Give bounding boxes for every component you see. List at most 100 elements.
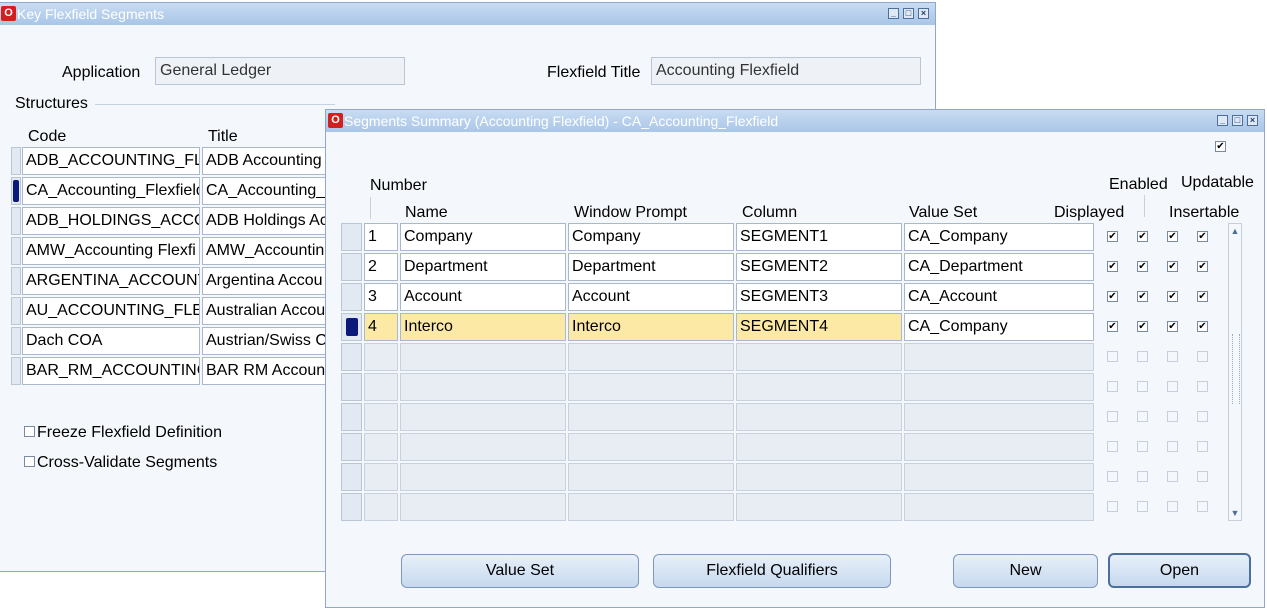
name-cell[interactable]: Company (400, 223, 566, 251)
number-cell[interactable] (364, 433, 398, 461)
number-cell[interactable]: 2 (364, 253, 398, 281)
structure-title-cell[interactable]: AMW_Accountin (202, 237, 332, 265)
row-selector-active[interactable] (341, 313, 362, 341)
value-set-cell[interactable] (904, 463, 1094, 491)
column-cell[interactable]: SEGMENT3 (736, 283, 902, 311)
updatable-checkbox[interactable]: ✔ (1197, 321, 1208, 332)
header-checkbox[interactable]: ✔ (1215, 141, 1226, 152)
value-set-cell[interactable] (904, 493, 1094, 521)
structure-code-cell[interactable]: AU_ACCOUNTING_FLEX (22, 297, 200, 325)
enabled-checkbox[interactable]: ✔ (1137, 231, 1148, 242)
updatable-checkbox[interactable] (1197, 471, 1208, 482)
displayed-checkbox[interactable] (1107, 441, 1118, 452)
structure-title-cell[interactable]: ADB Accounting (202, 147, 332, 175)
value-set-cell[interactable] (904, 403, 1094, 431)
structure-title-cell[interactable]: BAR RM Accoun (202, 357, 332, 385)
column-cell[interactable] (736, 433, 902, 461)
close-icon[interactable]: × (918, 8, 929, 19)
enabled-checkbox[interactable] (1137, 441, 1148, 452)
window-prompt-cell[interactable] (568, 433, 734, 461)
window-prompt-cell[interactable]: Interco (568, 313, 734, 341)
value-set-cell[interactable]: CA_Department (904, 253, 1094, 281)
cross-validate-checkbox[interactable] (24, 456, 35, 467)
column-cell[interactable] (736, 463, 902, 491)
flexfield-title-field[interactable]: Accounting Flexfield (651, 57, 921, 85)
row-selector[interactable] (11, 237, 21, 265)
window-prompt-cell[interactable]: Account (568, 283, 734, 311)
row-selector[interactable] (341, 433, 362, 461)
column-cell[interactable] (736, 373, 902, 401)
displayed-checkbox[interactable] (1107, 501, 1118, 512)
name-cell[interactable]: Interco (400, 313, 566, 341)
front-window-titlebar[interactable]: O Segments Summary (Accounting Flexfield… (326, 110, 1264, 132)
row-selector[interactable] (11, 327, 21, 355)
freeze-flexfield-checkbox[interactable] (24, 426, 35, 437)
flexfield-qualifiers-button[interactable]: Flexfield Qualifiers (653, 554, 891, 588)
updatable-checkbox[interactable] (1197, 411, 1208, 422)
structure-title-cell[interactable]: ADB Holdings Ac (202, 207, 332, 235)
insertable-checkbox[interactable]: ✔ (1167, 291, 1178, 302)
enabled-checkbox[interactable] (1137, 501, 1148, 512)
name-cell[interactable] (400, 433, 566, 461)
minimize-icon[interactable]: _ (1217, 115, 1228, 126)
insertable-checkbox[interactable] (1167, 471, 1178, 482)
window-prompt-cell[interactable] (568, 343, 734, 371)
row-selector[interactable] (341, 493, 362, 521)
structure-code-cell[interactable]: Dach COA (22, 327, 200, 355)
enabled-checkbox[interactable]: ✔ (1137, 291, 1148, 302)
value-set-cell[interactable]: CA_Company (904, 313, 1094, 341)
enabled-checkbox[interactable]: ✔ (1137, 321, 1148, 332)
number-cell[interactable] (364, 343, 398, 371)
row-selector[interactable] (11, 357, 21, 385)
name-cell[interactable] (400, 493, 566, 521)
number-cell[interactable] (364, 373, 398, 401)
structure-title-cell[interactable]: Austrian/Swiss C (202, 327, 332, 355)
value-set-cell[interactable] (904, 343, 1094, 371)
structure-code-cell[interactable]: AMW_Accounting Flexfi (22, 237, 200, 265)
displayed-checkbox[interactable] (1107, 411, 1118, 422)
number-cell[interactable] (364, 463, 398, 491)
name-cell[interactable] (400, 373, 566, 401)
window-prompt-cell[interactable] (568, 403, 734, 431)
name-cell[interactable] (400, 343, 566, 371)
number-cell[interactable]: 3 (364, 283, 398, 311)
open-button[interactable]: Open (1108, 553, 1251, 588)
structure-code-cell[interactable]: BAR_RM_ACCOUNTING (22, 357, 200, 385)
column-cell[interactable]: SEGMENT1 (736, 223, 902, 251)
enabled-checkbox[interactable] (1137, 381, 1148, 392)
insertable-checkbox[interactable] (1167, 501, 1178, 512)
row-selector[interactable] (11, 207, 21, 235)
column-cell[interactable] (736, 493, 902, 521)
vertical-scrollbar[interactable]: ▲ ▼ (1228, 223, 1242, 521)
column-cell[interactable]: SEGMENT2 (736, 253, 902, 281)
name-cell[interactable]: Department (400, 253, 566, 281)
row-selector[interactable] (341, 223, 362, 251)
value-set-button[interactable]: Value Set (401, 554, 639, 588)
minimize-icon[interactable]: _ (888, 8, 899, 19)
column-cell[interactable] (736, 343, 902, 371)
updatable-checkbox[interactable] (1197, 351, 1208, 362)
row-selector-active[interactable] (11, 177, 21, 205)
displayed-checkbox[interactable]: ✔ (1107, 321, 1118, 332)
row-selector[interactable] (341, 253, 362, 281)
structure-title-cell[interactable]: Australian Accou (202, 297, 332, 325)
displayed-checkbox[interactable] (1107, 471, 1118, 482)
window-prompt-cell[interactable]: Department (568, 253, 734, 281)
number-cell[interactable]: 1 (364, 223, 398, 251)
name-cell[interactable]: Account (400, 283, 566, 311)
window-prompt-cell[interactable] (568, 373, 734, 401)
value-set-cell[interactable]: CA_Account (904, 283, 1094, 311)
insertable-checkbox[interactable]: ✔ (1167, 321, 1178, 332)
window-prompt-cell[interactable] (568, 463, 734, 491)
displayed-checkbox[interactable]: ✔ (1107, 291, 1118, 302)
row-selector[interactable] (11, 297, 21, 325)
updatable-checkbox[interactable]: ✔ (1197, 261, 1208, 272)
structure-code-cell[interactable]: CA_Accounting_Flexfield (22, 177, 200, 205)
enabled-checkbox[interactable] (1137, 411, 1148, 422)
back-window-titlebar[interactable]: O Key Flexfield Segments _ □ × (0, 3, 935, 25)
application-field[interactable]: General Ledger (155, 57, 405, 85)
number-cell[interactable]: 4 (364, 313, 398, 341)
displayed-checkbox[interactable]: ✔ (1107, 231, 1118, 242)
updatable-checkbox[interactable] (1197, 501, 1208, 512)
row-selector[interactable] (341, 373, 362, 401)
